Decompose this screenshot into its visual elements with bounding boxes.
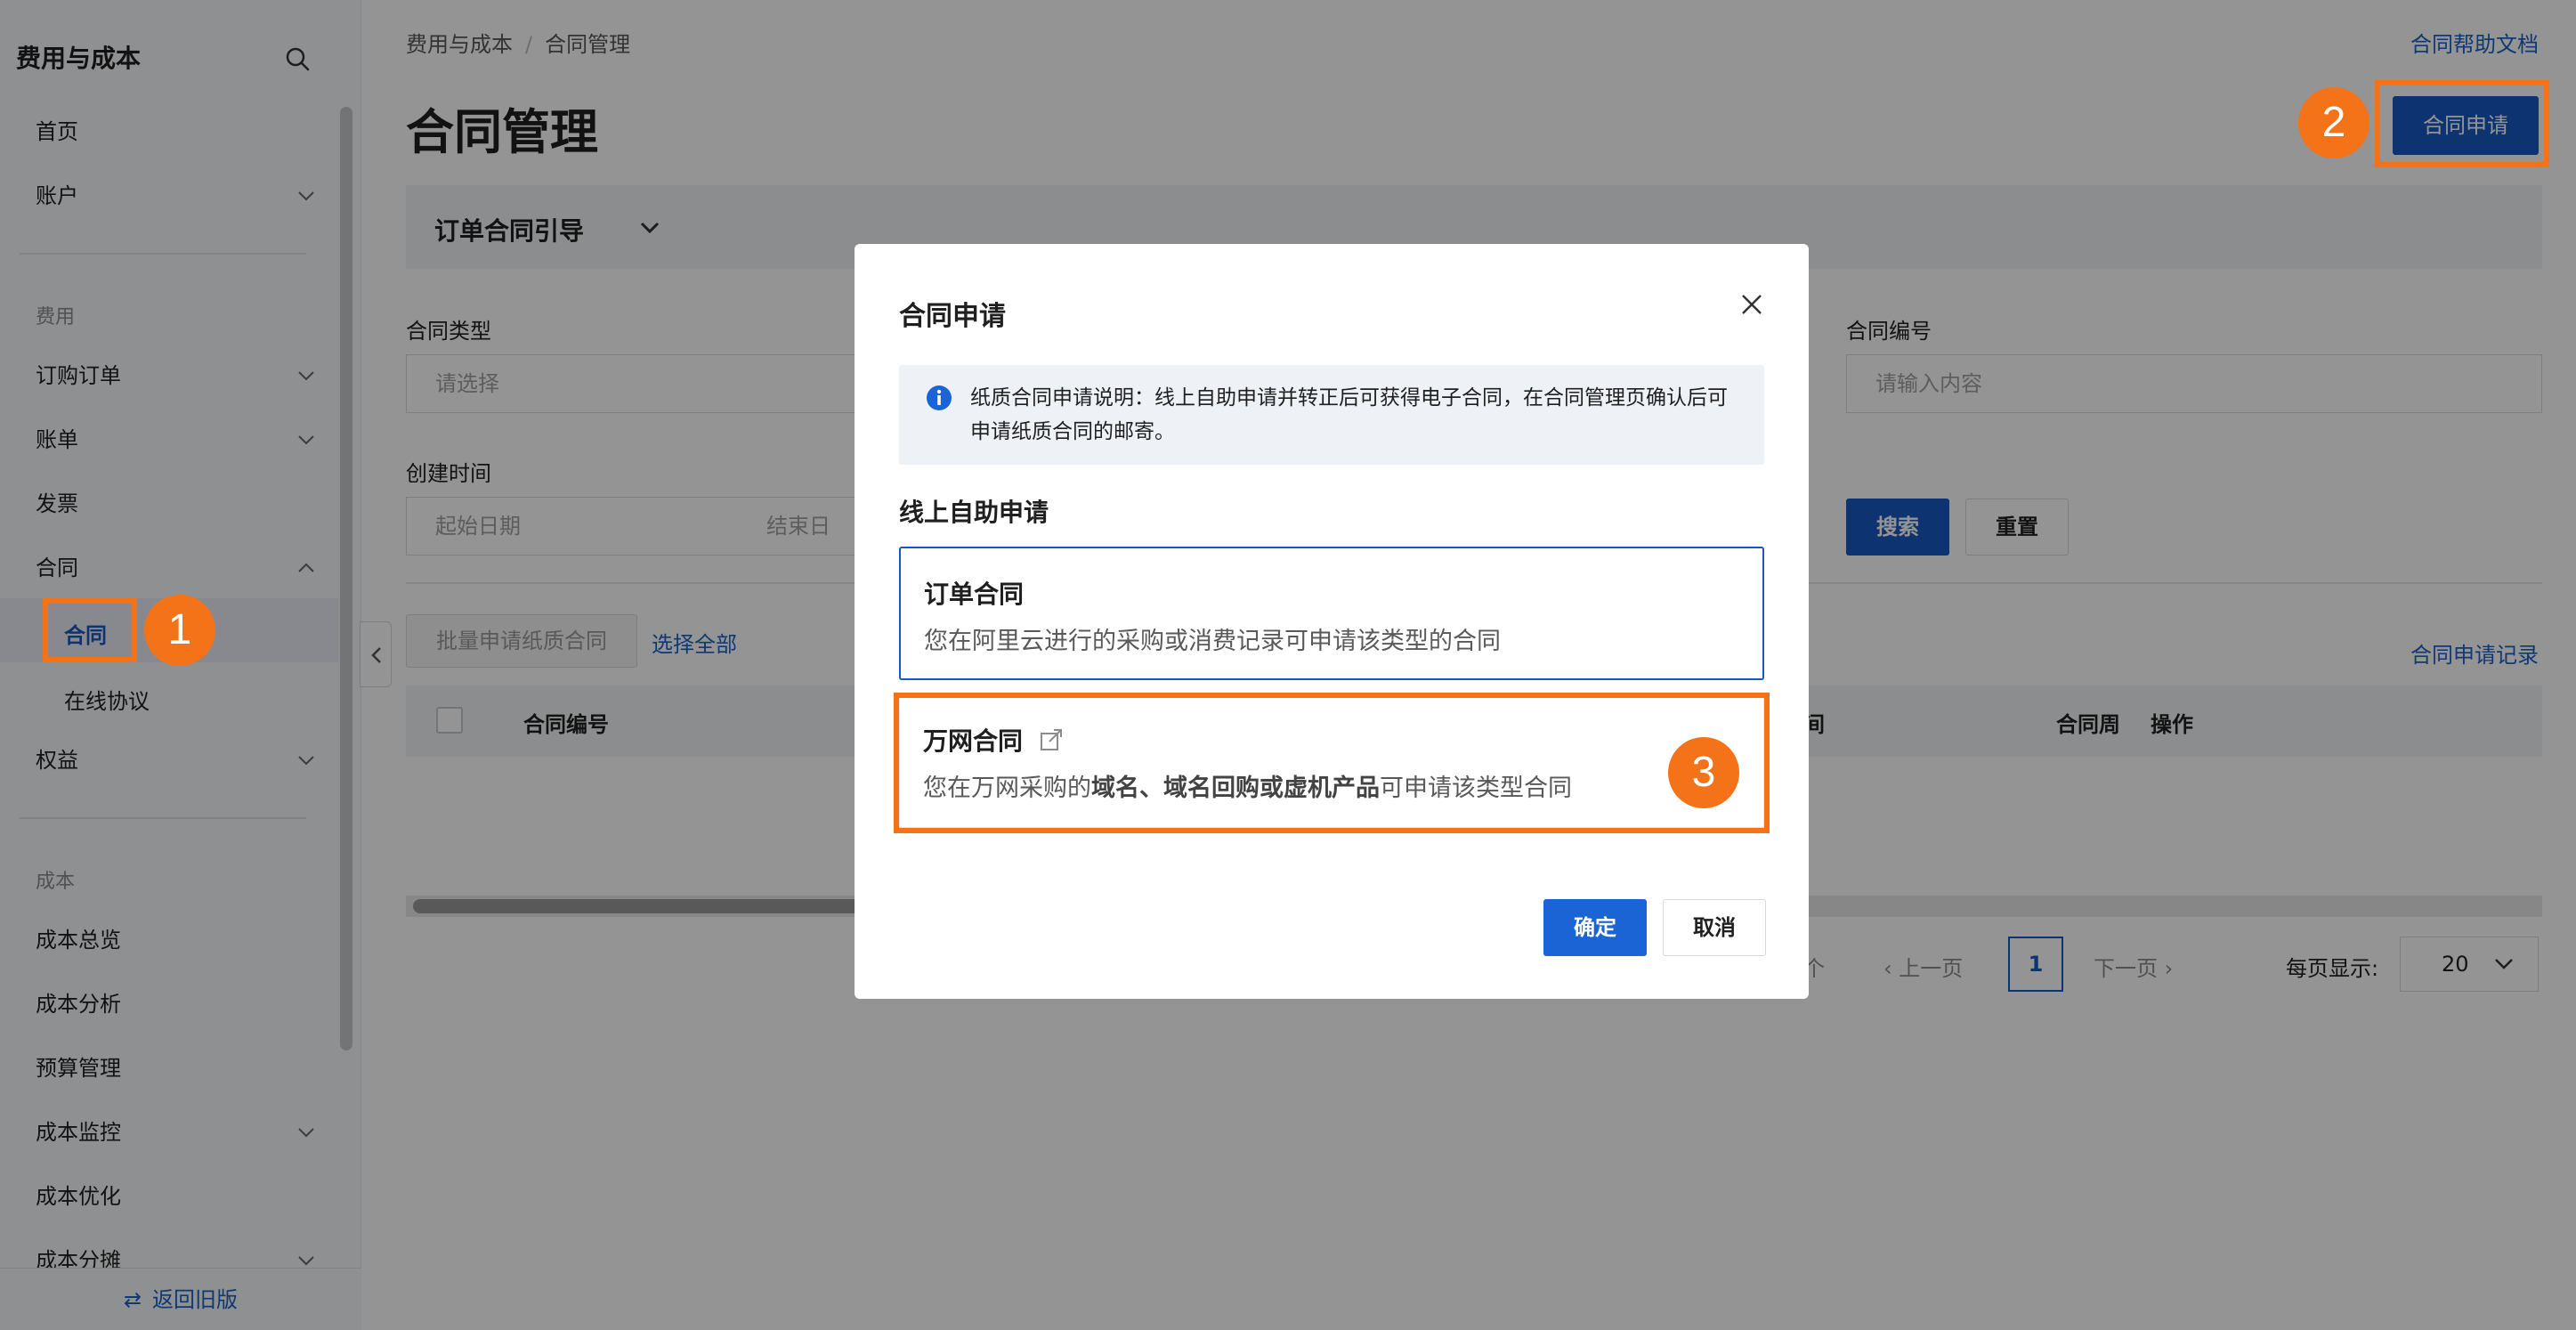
close-icon[interactable] [1734,287,1770,322]
confirm-button[interactable]: 确定 [1543,899,1647,956]
cancel-button[interactable]: 取消 [1663,899,1766,956]
option-title: 订单合同 [924,580,1025,609]
callout-highlight-wanwang [894,693,1770,833]
option-description: 您在阿里云进行的采购或消费记录可申请该类型的合同 [924,628,1501,655]
notice-text: 纸质合同申请说明：线上自助申请并转正后可获得电子合同，在合同管理页确认后可申请纸… [970,386,1728,443]
dialog-title: 合同申请 [899,301,1006,332]
callout-highlight-contract [43,598,137,662]
contract-apply-dialog: 合同申请 纸质合同申请说明：线上自助申请并转正后可获得电子合同，在合同管理页确认… [855,244,1809,999]
callout-badge-1: 1 [144,595,215,666]
callout-badge-2: 2 [2298,87,2369,158]
order-contract-option[interactable]: 订单合同 您在阿里云进行的采购或消费记录可申请该类型的合同 [899,547,1764,680]
self-service-section-label: 线上自助申请 [899,498,1049,527]
paper-contract-notice: 纸质合同申请说明：线上自助申请并转正后可获得电子合同，在合同管理页确认后可申请纸… [899,365,1764,465]
info-icon [927,385,952,410]
callout-badge-3: 3 [1668,737,1739,808]
callout-highlight-apply [2375,80,2549,167]
